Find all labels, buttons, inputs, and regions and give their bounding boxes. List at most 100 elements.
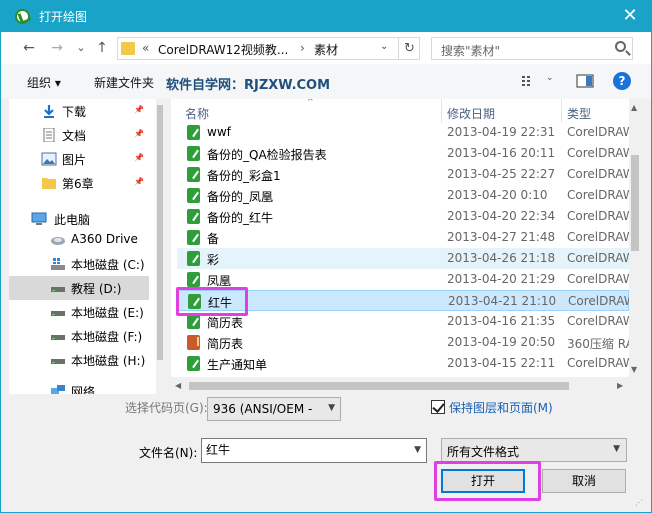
file-row[interactable]: 备份的_彩盒1 2013-04-25 22:27 CorelDRAW [177, 164, 629, 185]
search-placeholder: 搜索"素材" [441, 44, 501, 58]
breadcrumb-materials[interactable]: 素材 [314, 41, 338, 58]
coreldraw-file-icon [187, 251, 200, 266]
folder-icon [41, 176, 57, 190]
breadcrumb-coreldraw-videos[interactable]: CorelDRAW12视频教... [158, 41, 288, 58]
column-header-name[interactable]: 名称 [185, 99, 209, 123]
coreldraw-file-icon [187, 356, 200, 371]
file-type: CorelDRAW [567, 146, 629, 160]
file-modified-date: 2013-04-20 21:29 [447, 272, 556, 286]
file-row[interactable]: 彩 2013-04-26 21:18 CorelDRAW [177, 248, 629, 269]
column-divider[interactable] [441, 99, 442, 123]
code-page-select[interactable]: 936 (ANSI/OEM - ▼ [207, 397, 341, 421]
sidebar-item[interactable]: 图片 📌 [9, 147, 149, 171]
file-type: 360压缩 RA [567, 337, 629, 351]
scroll-up-arrow-icon[interactable]: ▲ [631, 103, 637, 112]
forward-arrow-icon[interactable]: → [47, 38, 67, 58]
filename-field[interactable]: ▼ [201, 438, 427, 463]
file-row[interactable]: 备份的_凤凰 2013-04-20 0:10 CorelDRAW [177, 185, 629, 206]
address-overflow-icon[interactable]: « [142, 41, 149, 55]
network-icon [50, 384, 66, 394]
file-modified-date: 2013-04-16 21:35 [447, 314, 556, 328]
vertical-scroll-thumb[interactable] [631, 155, 639, 251]
sidebar-scroll-thumb[interactable] [157, 105, 163, 360]
file-row[interactable]: 备份的_红牛 2013-04-20 22:34 CorelDRAW [177, 206, 629, 227]
file-type: CorelDRAW [567, 272, 629, 286]
pin-icon[interactable]: 📌 [134, 105, 144, 115]
cancel-button[interactable]: 取消 [542, 469, 626, 493]
file-name: 备份的_凤凰 [207, 190, 274, 204]
code-page-label: 选择代码页(G): [125, 401, 208, 415]
navigation-pane: 下载 📌 文档 📌 图片 📌 第6章 📌 此电脑 A360 Drive 本地磁盘 (C:) 教程 (D… [9, 99, 164, 394]
file-modified-date: 2013-04-19 22:31 [447, 125, 556, 139]
address-bar[interactable]: « CorelDRAW12视频教... › 素材 ⌄ ↻ [117, 37, 420, 60]
refresh-icon[interactable]: ↻ [398, 38, 420, 59]
scroll-down-arrow-icon[interactable]: ▼ [631, 365, 637, 374]
file-row[interactable]: 备 2013-04-27 21:48 CorelDRAW [177, 227, 629, 248]
file-name: 备 [207, 232, 220, 246]
up-arrow-icon[interactable]: ↑ [92, 38, 112, 58]
close-icon[interactable]: ✕ [615, 3, 645, 29]
column-header-date[interactable]: 修改日期 [447, 99, 495, 123]
filename-input[interactable] [206, 442, 406, 456]
file-type-select[interactable]: 所有文件格式 ▼ [441, 438, 627, 462]
sidebar-item-label: 此电脑 [54, 213, 91, 227]
resize-grip-icon[interactable]: ⋰ [635, 498, 647, 510]
column-header-type[interactable]: 类型 [567, 99, 591, 123]
file-name: 备份的_红牛 [207, 211, 274, 225]
file-modified-date: 2013-04-27 21:48 [447, 230, 556, 244]
sidebar-item[interactable]: A360 Drive [9, 228, 149, 252]
view-options-icon[interactable] [521, 73, 539, 89]
coreldraw-file-icon [187, 167, 200, 182]
address-dropdown-icon[interactable]: ⌄ [380, 41, 388, 52]
pin-icon[interactable]: 📌 [134, 177, 144, 187]
sidebar-item-label: 网络 [71, 385, 96, 394]
folder-icon [121, 42, 135, 55]
recent-locations-chevron-icon[interactable]: ⌄ [71, 38, 91, 58]
sidebar-item[interactable]: 本地磁盘 (F:) [9, 324, 149, 348]
filename-label: 文件名(N): [139, 446, 198, 460]
chevron-down-icon[interactable]: ▼ [414, 445, 421, 455]
file-type: CorelDRAW [567, 251, 629, 265]
file-type: CorelDRAW [567, 125, 629, 139]
file-name: 简历表 [207, 316, 244, 330]
sidebar-item-label: A360 Drive [71, 232, 138, 246]
sidebar-item[interactable]: 网络 [9, 379, 149, 394]
search-box[interactable]: 搜索"素材" [431, 37, 633, 60]
search-icon[interactable] [615, 41, 626, 52]
help-icon[interactable]: ? [613, 72, 631, 90]
sidebar-item[interactable]: 本地磁盘 (H:) [9, 348, 149, 372]
coreldraw-file-icon [187, 230, 200, 245]
column-divider[interactable] [561, 99, 562, 123]
open-drawing-dialog: 打开绘图 ✕ ← → ⌄ ↑ « CorelDRAW12视频教... › 素材 … [0, 0, 652, 513]
scroll-left-arrow-icon[interactable]: ◀ [175, 381, 181, 390]
sidebar-item[interactable]: 本地磁盘 (C:) [9, 252, 149, 276]
sidebar-item-label: 文档 [62, 129, 87, 143]
pin-icon[interactable]: 📌 [134, 153, 144, 163]
file-modified-date: 2013-04-21 21:10 [448, 294, 557, 308]
keep-layers-checkbox[interactable] [431, 400, 445, 414]
back-arrow-icon[interactable]: ← [19, 38, 39, 58]
organize-menu[interactable]: 组织 ▾ [27, 74, 61, 91]
sidebar-item[interactable]: 文档 📌 [9, 123, 149, 147]
sidebar-item[interactable]: 教程 (D:) [9, 276, 149, 300]
file-row[interactable]: 生产通知单 2013-04-15 22:11 CorelDRAW [177, 353, 629, 374]
keep-layers-label[interactable]: 保持图层和页面(M) [449, 399, 553, 416]
file-type-value: 所有文件格式 [447, 445, 520, 459]
view-dropdown-icon[interactable]: ⌄ [546, 73, 554, 83]
file-type: CorelDRAW [567, 167, 629, 181]
sidebar-item[interactable]: 第6章 📌 [9, 171, 149, 195]
new-folder-button[interactable]: 新建文件夹 [94, 74, 154, 91]
file-row[interactable]: wwf 2013-04-19 22:31 CorelDRAW [177, 122, 629, 143]
sidebar-item-label: 教程 (D:) [71, 282, 122, 296]
sidebar-item[interactable]: 下载 📌 [9, 99, 149, 123]
file-row[interactable]: 简历表 2013-04-19 20:50 360压缩 RA [177, 332, 629, 353]
document-icon [41, 127, 57, 143]
sidebar-item[interactable]: 本地磁盘 (E:) [9, 300, 149, 324]
horizontal-scroll-thumb[interactable] [189, 382, 569, 390]
file-name: 彩 [207, 253, 220, 267]
file-list: ^ 名称 修改日期 类型 wwf 2013-04-19 22:31 CorelDRA… [171, 99, 641, 394]
file-row[interactable]: 备份的_QA检验报告表 2013-04-16 20:11 CorelDRAW [177, 143, 629, 164]
preview-pane-icon[interactable] [576, 73, 594, 89]
pin-icon[interactable]: 📌 [134, 129, 144, 139]
scroll-right-arrow-icon[interactable]: ▶ [617, 381, 623, 390]
